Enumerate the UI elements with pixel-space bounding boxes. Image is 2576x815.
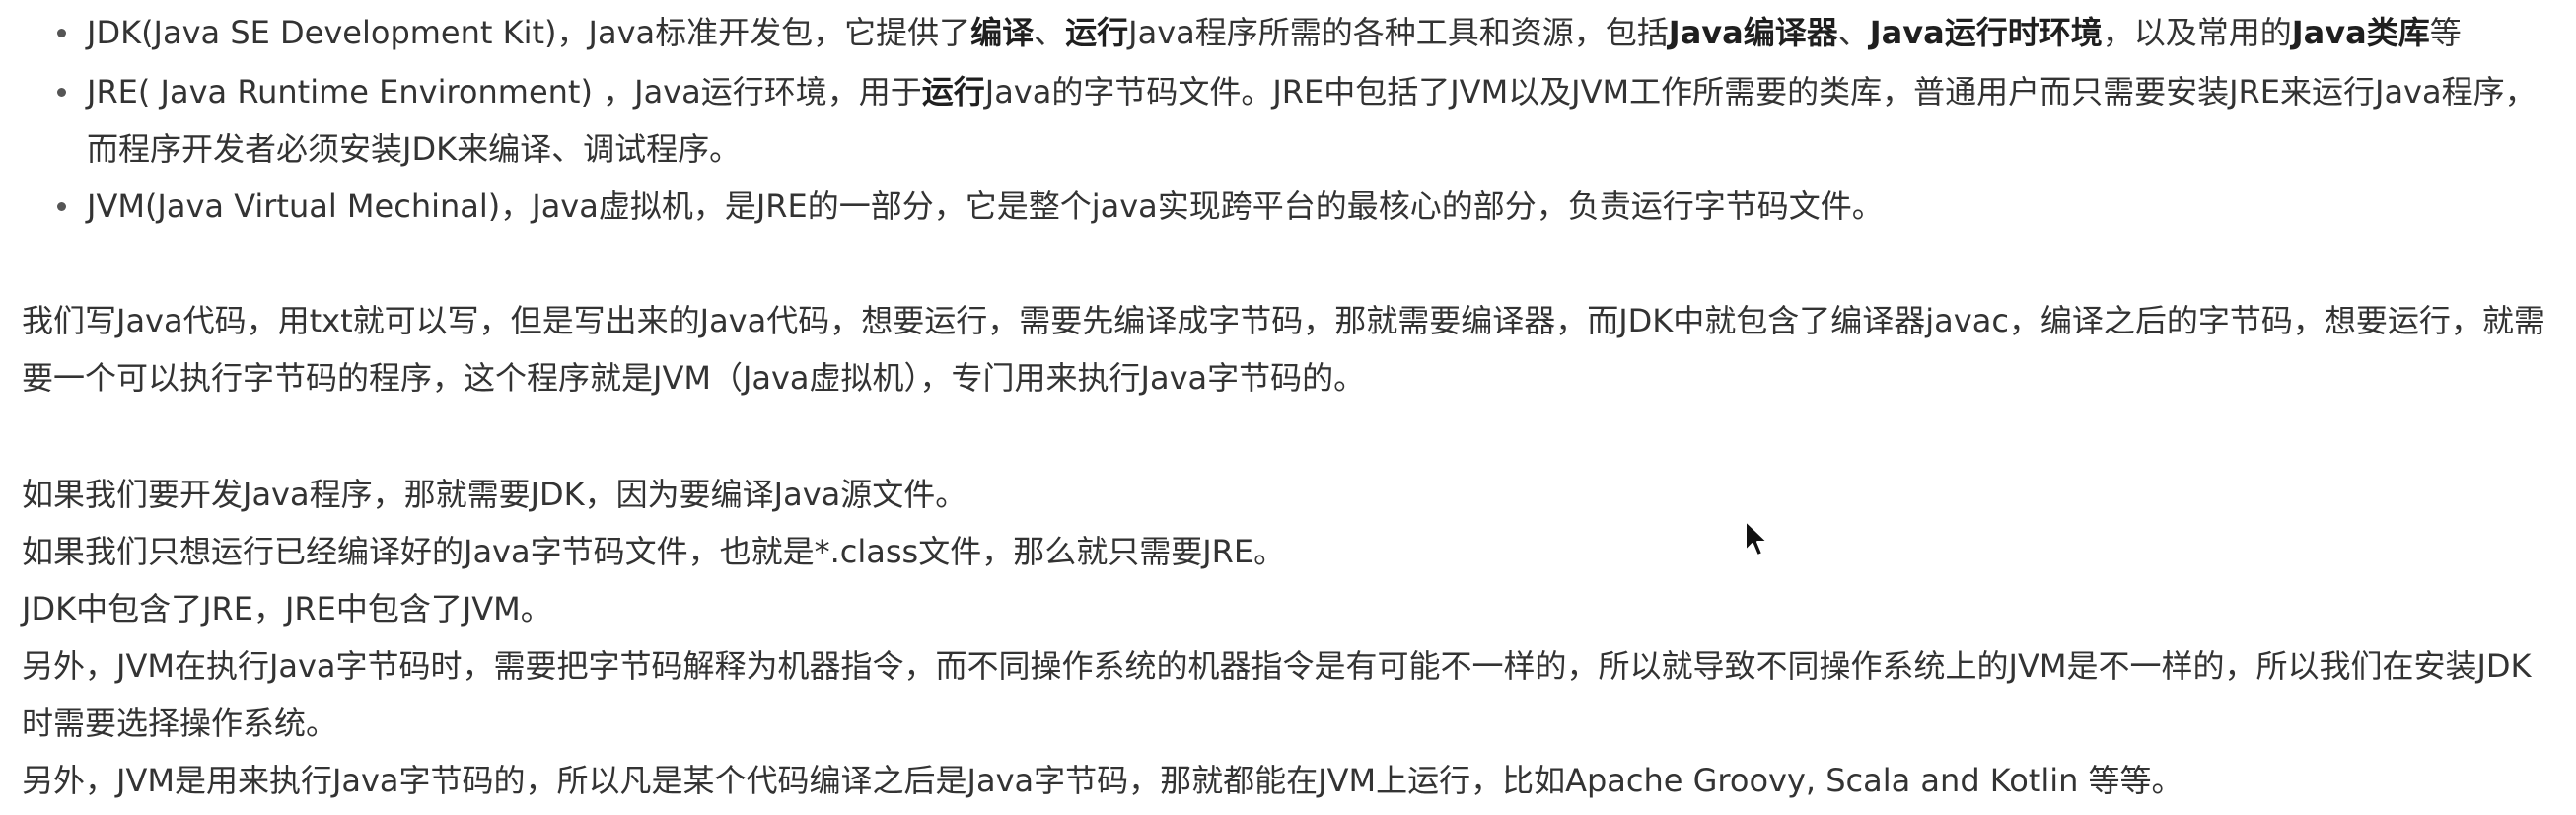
document-body: JDK(Java SE Development Kit)，Java标准开发包，它…	[0, 0, 2576, 815]
paragraph-need-jre: 如果我们只想运行已经编译好的Java字节码文件，也就是*.class文件，那么就…	[22, 533, 1286, 570]
paragraph-jvm-languages: 另外，JVM是用来执行Java字节码的，所以凡是某个代码编译之后是Java字节码…	[22, 762, 2183, 799]
bullet-text-segment: Java程序所需的各种工具和资源，包括	[1128, 14, 1669, 51]
bullet-item-jre: JRE( Java Runtime Environment) ，Java运行环境…	[57, 63, 2552, 178]
bullet-text-segment: 等	[2429, 14, 2462, 51]
bullet-text-segment: ，以及常用的	[2102, 14, 2292, 51]
bullet-bold-segment: 运行	[921, 73, 985, 111]
bullet-bold-segment: 运行	[1065, 14, 1129, 51]
paragraph-compile-run: 我们写Java代码，用txt就可以写，但是写出来的Java代码，想要运行，需要先…	[22, 302, 2545, 397]
paragraph-os-specific-jvm: 另外，JVM在执行Java字节码时，需要把字节码解释为机器指令，而不同操作系统的…	[22, 647, 2532, 742]
paragraph-need-jdk: 如果我们要开发Java程序，那就需要JDK，因为要编译Java源文件。	[22, 476, 967, 513]
bullet-text-segment: 、	[1837, 14, 1870, 51]
bullet-text-segment: JRE( Java Runtime Environment) ，Java运行环境…	[87, 73, 922, 111]
bullet-text-segment: JDK(Java SE Development Kit)，Java标准开发包，它…	[87, 14, 971, 51]
bullet-item-jdk: JDK(Java SE Development Kit)，Java标准开发包，它…	[57, 4, 2552, 61]
bullet-bold-segment: Java类库	[2291, 14, 2430, 51]
bullet-bold-segment: 编译	[970, 14, 1035, 51]
bullet-bold-segment: Java编译器	[1668, 14, 1838, 51]
paragraph-containment: JDK中包含了JRE，JRE中包含了JVM。	[22, 590, 552, 628]
bullet-text-segment: 、	[1034, 14, 1066, 51]
bullet-item-jvm: JVM(Java Virtual Mechinal)，Java虚拟机，是JRE的…	[57, 178, 2552, 235]
bullet-text-segment: JVM(Java Virtual Mechinal)，Java虚拟机，是JRE的…	[87, 187, 1884, 225]
mouse-pointer-icon	[1745, 520, 1768, 556]
bullet-bold-segment: Java运行时环境	[1869, 14, 2103, 51]
